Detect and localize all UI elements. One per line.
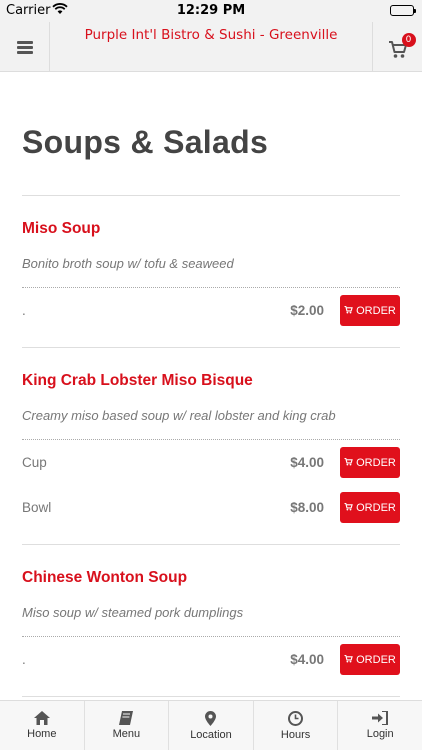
battery-icon — [390, 5, 416, 16]
status-bar: Carrier 12:29 PM — [0, 0, 422, 22]
cart-button[interactable]: 0 — [372, 22, 422, 72]
item-name: Chinese Wonton Soup — [22, 569, 188, 586]
price-row: . $4.00 ORDER — [22, 637, 400, 682]
price-label: $8.00 — [290, 500, 324, 515]
login-icon — [372, 711, 389, 725]
order-button[interactable]: ORDER — [340, 447, 400, 478]
price-label: $4.00 — [290, 652, 324, 667]
clock-icon — [288, 710, 304, 726]
menu-content: Soups & Salads Miso Soup Bonito broth so… — [22, 72, 400, 697]
nav-label: Hours — [280, 728, 311, 741]
order-label: ORDER — [356, 456, 396, 469]
cart-icon — [344, 457, 353, 469]
item-description: Creamy miso based soup w/ real lobster a… — [22, 408, 336, 423]
section-title: Soups & Salads — [22, 124, 269, 160]
hamburger-icon — [16, 39, 33, 56]
price-row: Cup $4.00 ORDER — [22, 440, 400, 485]
order-label: ORDER — [356, 304, 396, 317]
price-row: Bowl $8.00 ORDER — [22, 485, 400, 530]
nav-location[interactable]: Location — [169, 701, 254, 750]
app-header: Purple Int'l Bistro & Sushi - Greenville… — [0, 22, 422, 72]
nav-label: Login — [366, 728, 394, 740]
price-label: $2.00 — [290, 303, 324, 318]
status-time: 12:29 PM — [176, 3, 246, 18]
book-icon — [119, 711, 134, 725]
item-divider — [22, 696, 400, 697]
item-name: Miso Soup — [22, 220, 101, 237]
size-label: Cup — [22, 455, 47, 470]
menu-item: Chinese Wonton Soup Miso soup w/ steamed… — [22, 545, 400, 697]
order-button[interactable]: ORDER — [340, 644, 400, 675]
order-label: ORDER — [356, 501, 396, 514]
item-name: King Crab Lobster Miso Bisque — [22, 372, 253, 389]
cart-icon: 0 — [388, 33, 416, 59]
nav-label: Menu — [112, 728, 141, 740]
order-button[interactable]: ORDER — [340, 492, 400, 523]
menu-button[interactable] — [0, 22, 50, 72]
restaurant-title: Purple Int'l Bistro & Sushi - Greenville — [84, 27, 338, 43]
nav-home[interactable]: Home — [0, 701, 85, 750]
item-description: Miso soup w/ steamed pork dumplings — [22, 605, 244, 620]
menu-item: Miso Soup Bonito broth soup w/ tofu & se… — [22, 196, 400, 348]
nav-label: Home — [27, 728, 57, 740]
menu-item: King Crab Lobster Miso Bisque Creamy mis… — [22, 348, 400, 545]
size-label: . — [22, 303, 26, 318]
cart-count-badge: 0 — [401, 33, 416, 47]
order-button[interactable]: ORDER — [340, 295, 400, 326]
home-icon — [33, 711, 50, 725]
size-label: . — [22, 652, 26, 667]
nav-login[interactable]: Login — [338, 701, 422, 750]
cart-icon — [344, 654, 353, 666]
cart-icon — [344, 305, 353, 317]
cart-icon — [344, 502, 353, 514]
nav-hours[interactable]: Hours — [254, 701, 339, 750]
item-description: Bonito broth soup w/ tofu & seaweed — [22, 256, 234, 271]
bottom-nav: Home Menu Location Hours Login — [0, 700, 422, 750]
map-pin-icon — [205, 710, 217, 726]
order-label: ORDER — [356, 653, 396, 666]
nav-menu[interactable]: Menu — [85, 701, 170, 750]
size-label: Bowl — [22, 500, 52, 515]
price-row: . $2.00 ORDER — [22, 288, 400, 333]
nav-label: Location — [190, 728, 232, 741]
price-label: $4.00 — [290, 455, 324, 470]
